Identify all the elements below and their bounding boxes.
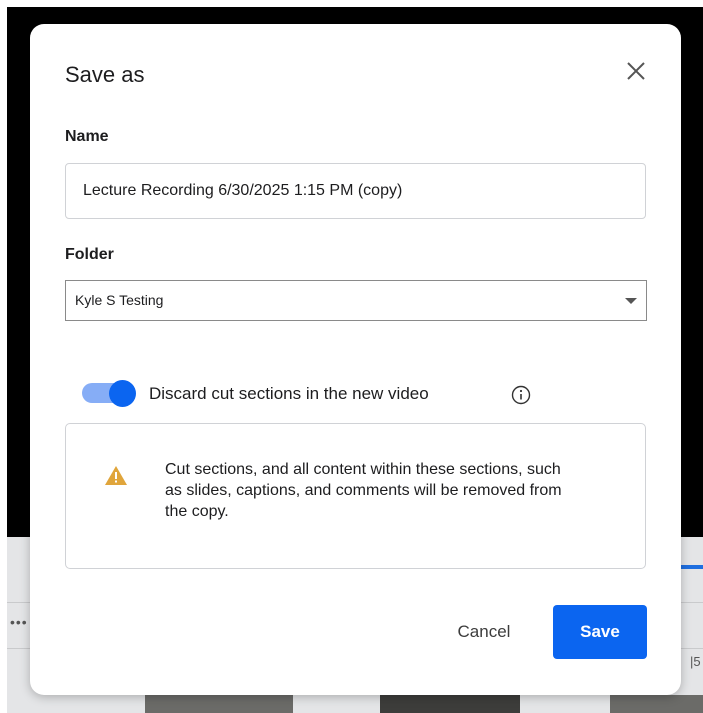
folder-selected-value: Kyle S Testing [75,292,164,308]
folder-select[interactable]: Kyle S Testing [65,280,647,321]
name-input[interactable] [65,163,646,219]
cancel-button[interactable]: Cancel [438,606,530,658]
name-label: Name [65,128,109,145]
timeline-thumbnail [610,695,703,713]
folder-label: Folder [65,246,114,263]
chevron-down-icon [625,298,637,304]
timeline-thumbnail [145,695,293,713]
timeline-progress-bar [680,565,703,569]
timeline-thumbnail [380,695,520,713]
warning-icon [104,465,128,486]
timeline-tick-label: |5 [690,654,701,669]
warning-panel: Cut sections, and all content within the… [65,423,646,569]
close-icon[interactable] [624,59,648,83]
toggle-knob [109,380,136,407]
save-as-dialog: Save as Name Folder Kyle S Testing Disca… [30,24,681,695]
info-icon[interactable] [511,385,531,405]
discard-toggle-label: Discard cut sections in the new video [149,384,429,403]
dialog-title: Save as [65,62,145,87]
warning-message: Cut sections, and all content within the… [165,461,562,520]
discard-cut-sections-toggle[interactable] [82,380,136,407]
save-button[interactable]: Save [553,605,647,659]
more-options-icon[interactable]: ••• [10,614,28,630]
